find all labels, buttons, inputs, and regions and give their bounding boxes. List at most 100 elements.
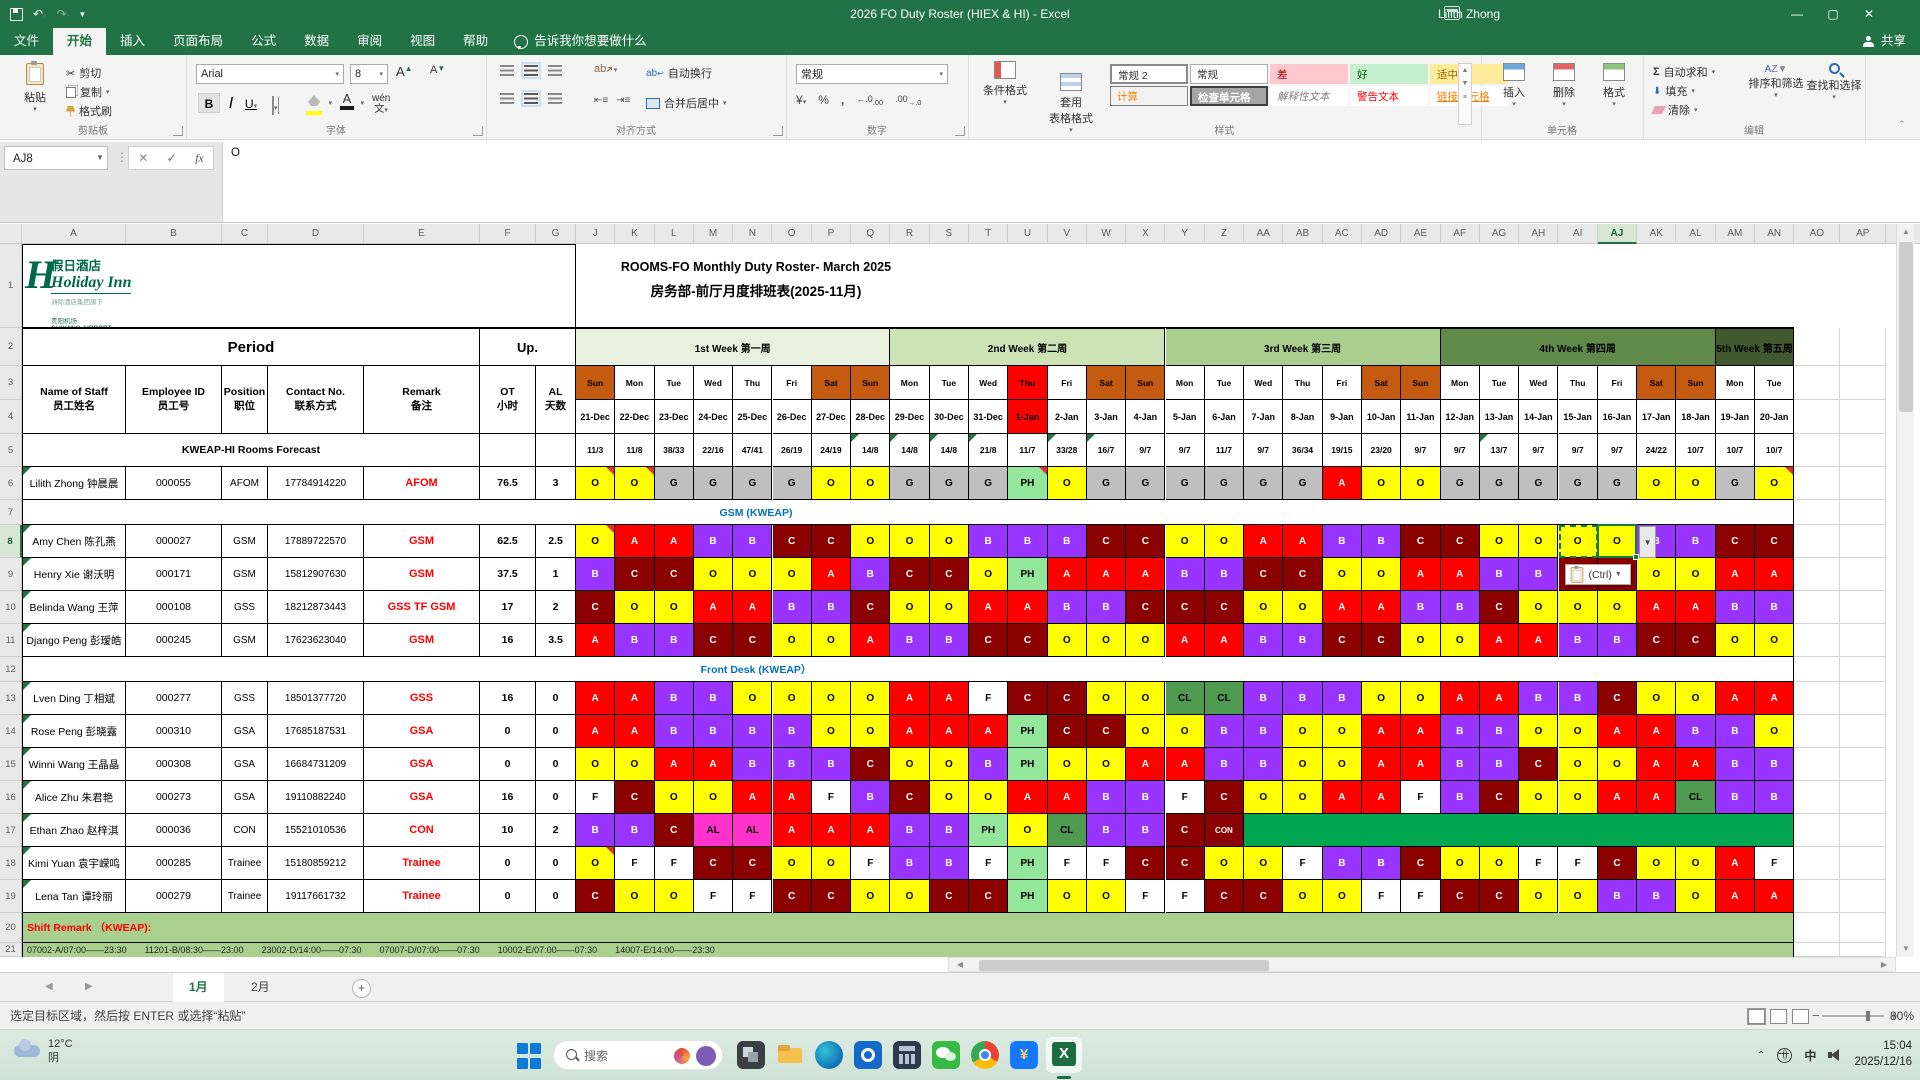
cell-AF14[interactable]: B xyxy=(1441,715,1480,748)
align-middle-icon[interactable] xyxy=(524,65,538,76)
cell-M10[interactable]: A xyxy=(694,591,733,624)
date-header-2-Jan[interactable]: 2-Jan xyxy=(1048,400,1087,434)
day-header-22-Dec[interactable]: Mon xyxy=(615,366,654,400)
week-band-5[interactable]: 5th Week 第五周 xyxy=(1716,328,1795,366)
cell-M17[interactable]: AL xyxy=(694,814,733,847)
day-header-29-Dec[interactable]: Mon xyxy=(890,366,929,400)
cell-V13[interactable]: C xyxy=(1048,682,1087,715)
row-header-16[interactable]: 16 xyxy=(0,781,22,814)
forecast-13-Jan[interactable]: 13/7 xyxy=(1480,434,1519,467)
cell-style-常规[interactable]: 常规 xyxy=(1190,64,1268,84)
confirm-entry-icon[interactable]: ✓ xyxy=(167,151,177,165)
format-painter-button[interactable]: 格式刷 xyxy=(66,103,112,119)
horizontal-scrollbar[interactable]: ◀ ▶ xyxy=(948,957,1896,972)
cell-AH6[interactable]: G xyxy=(1519,467,1558,500)
cell-AA8[interactable]: A xyxy=(1244,525,1283,558)
forecast-11-Jan[interactable]: 9/7 xyxy=(1401,434,1440,467)
forecast-21-Dec[interactable]: 11/3 xyxy=(576,434,615,467)
cell-T6[interactable]: G xyxy=(969,467,1008,500)
cell-F5[interactable] xyxy=(480,434,536,467)
date-header-4-Jan[interactable]: 4-Jan xyxy=(1126,400,1165,434)
cell-AM16[interactable]: B xyxy=(1716,781,1755,814)
cell-U11[interactable]: C xyxy=(1008,624,1047,657)
cell-X6[interactable]: G xyxy=(1126,467,1165,500)
cell-AF9[interactable]: A xyxy=(1441,558,1480,591)
menu-tab-插入[interactable]: 插入 xyxy=(106,28,159,55)
cell-AM14[interactable]: B xyxy=(1716,715,1755,748)
cell-AG16[interactable]: C xyxy=(1480,781,1519,814)
forecast-18-Jan[interactable]: 10/7 xyxy=(1676,434,1715,467)
cell-AJ13[interactable]: C xyxy=(1598,682,1637,715)
day-header-31-Dec[interactable]: Wed xyxy=(969,366,1008,400)
staff-tel-7[interactable]: 17685187531 xyxy=(268,715,364,748)
forecast-7-Jan[interactable]: 9/7 xyxy=(1244,434,1283,467)
cell-L9[interactable]: C xyxy=(655,558,694,591)
zoom-slider-thumb[interactable] xyxy=(1866,1011,1870,1021)
cell-T14[interactable]: A xyxy=(969,715,1008,748)
cell-AJ6[interactable]: G xyxy=(1598,467,1637,500)
staff-id-9[interactable]: 000273 xyxy=(126,781,222,814)
forecast-27-Dec[interactable]: 24/19 xyxy=(812,434,851,467)
cell-AP14[interactable] xyxy=(1840,715,1886,748)
cell-T11[interactable]: C xyxy=(969,624,1008,657)
column-header-AC[interactable]: AC xyxy=(1323,224,1362,244)
day-header-10-Jan[interactable]: Sat xyxy=(1362,366,1401,400)
cell-AB10[interactable]: O xyxy=(1283,591,1322,624)
cell-O18[interactable]: O xyxy=(773,847,812,880)
cell-S9[interactable]: C xyxy=(930,558,969,591)
cell-Q16[interactable]: B xyxy=(851,781,890,814)
cell-AP16[interactable] xyxy=(1840,781,1886,814)
cell-Q14[interactable]: O xyxy=(851,715,890,748)
cell-AM15[interactable]: B xyxy=(1716,748,1755,781)
cell-P8[interactable]: C xyxy=(812,525,851,558)
day-header-6-Jan[interactable]: Tue xyxy=(1205,366,1244,400)
cell-AI14[interactable]: O xyxy=(1559,715,1598,748)
column-header-AM[interactable]: AM xyxy=(1716,224,1755,244)
column-header-Y[interactable]: Y xyxy=(1166,224,1205,244)
date-header-18-Jan[interactable]: 18-Jan xyxy=(1676,400,1715,434)
row-header-9[interactable]: 9 xyxy=(0,558,22,591)
column-header-AD[interactable]: AD xyxy=(1362,224,1401,244)
format-cells-button[interactable]: 格式▾ xyxy=(1591,63,1637,108)
date-header-9-Jan[interactable]: 9-Jan xyxy=(1323,400,1362,434)
cell-AH11[interactable]: A xyxy=(1519,624,1558,657)
cell-AO8[interactable] xyxy=(1794,525,1840,558)
cell-L14[interactable]: B xyxy=(655,715,694,748)
column-header-W[interactable]: W xyxy=(1087,224,1126,244)
cell-P15[interactable]: B xyxy=(812,748,851,781)
cell-style-好[interactable]: 好 xyxy=(1350,64,1428,84)
paste-options-button[interactable]: (Ctrl)▼ xyxy=(1565,564,1631,585)
row-header-10[interactable]: 10 xyxy=(0,591,22,624)
cell-T13[interactable]: F xyxy=(969,682,1008,715)
cell-L13[interactable]: B xyxy=(655,682,694,715)
cell-J8[interactable]: O xyxy=(576,525,615,558)
cell-AG19[interactable]: C xyxy=(1480,880,1519,913)
staff-remark-12[interactable]: Trainee xyxy=(364,880,480,913)
day-header-25-Dec[interactable]: Thu xyxy=(733,366,772,400)
staff-remark-9[interactable]: GSA xyxy=(364,781,480,814)
sheet-tab-1月[interactable]: 1月 xyxy=(173,973,224,1004)
staff-pos-1[interactable]: AFOM xyxy=(222,467,268,500)
cell-AC6[interactable]: A xyxy=(1323,467,1362,500)
cell-AD19[interactable]: F xyxy=(1362,880,1401,913)
cell-P18[interactable]: O xyxy=(812,847,851,880)
cell-AL19[interactable]: O xyxy=(1676,880,1715,913)
italic-button[interactable]: I xyxy=(222,93,240,115)
cell-AG11[interactable]: A xyxy=(1480,624,1519,657)
cell-L17[interactable]: C xyxy=(655,814,694,847)
staff-pos-6[interactable]: GSS xyxy=(222,682,268,715)
cell-AJ10[interactable]: O xyxy=(1598,591,1637,624)
staff-ot-5[interactable]: 16 xyxy=(480,624,536,657)
cell-Q15[interactable]: C xyxy=(851,748,890,781)
cell-X11[interactable]: O xyxy=(1126,624,1165,657)
staff-name-9[interactable]: Alice Zhu 朱君艳 xyxy=(22,781,126,814)
cell-L10[interactable]: O xyxy=(655,591,694,624)
cell-AA13[interactable]: B xyxy=(1244,682,1283,715)
date-header-30-Dec[interactable]: 30-Dec xyxy=(930,400,969,434)
staff-id-1[interactable]: 000055 xyxy=(126,467,222,500)
cell-X10[interactable]: C xyxy=(1126,591,1165,624)
column-header-AJ[interactable]: AJ xyxy=(1598,224,1637,244)
cell-AC19[interactable]: O xyxy=(1323,880,1362,913)
staff-id-8[interactable]: 000308 xyxy=(126,748,222,781)
staff-al-2[interactable]: 2.5 xyxy=(536,525,576,558)
